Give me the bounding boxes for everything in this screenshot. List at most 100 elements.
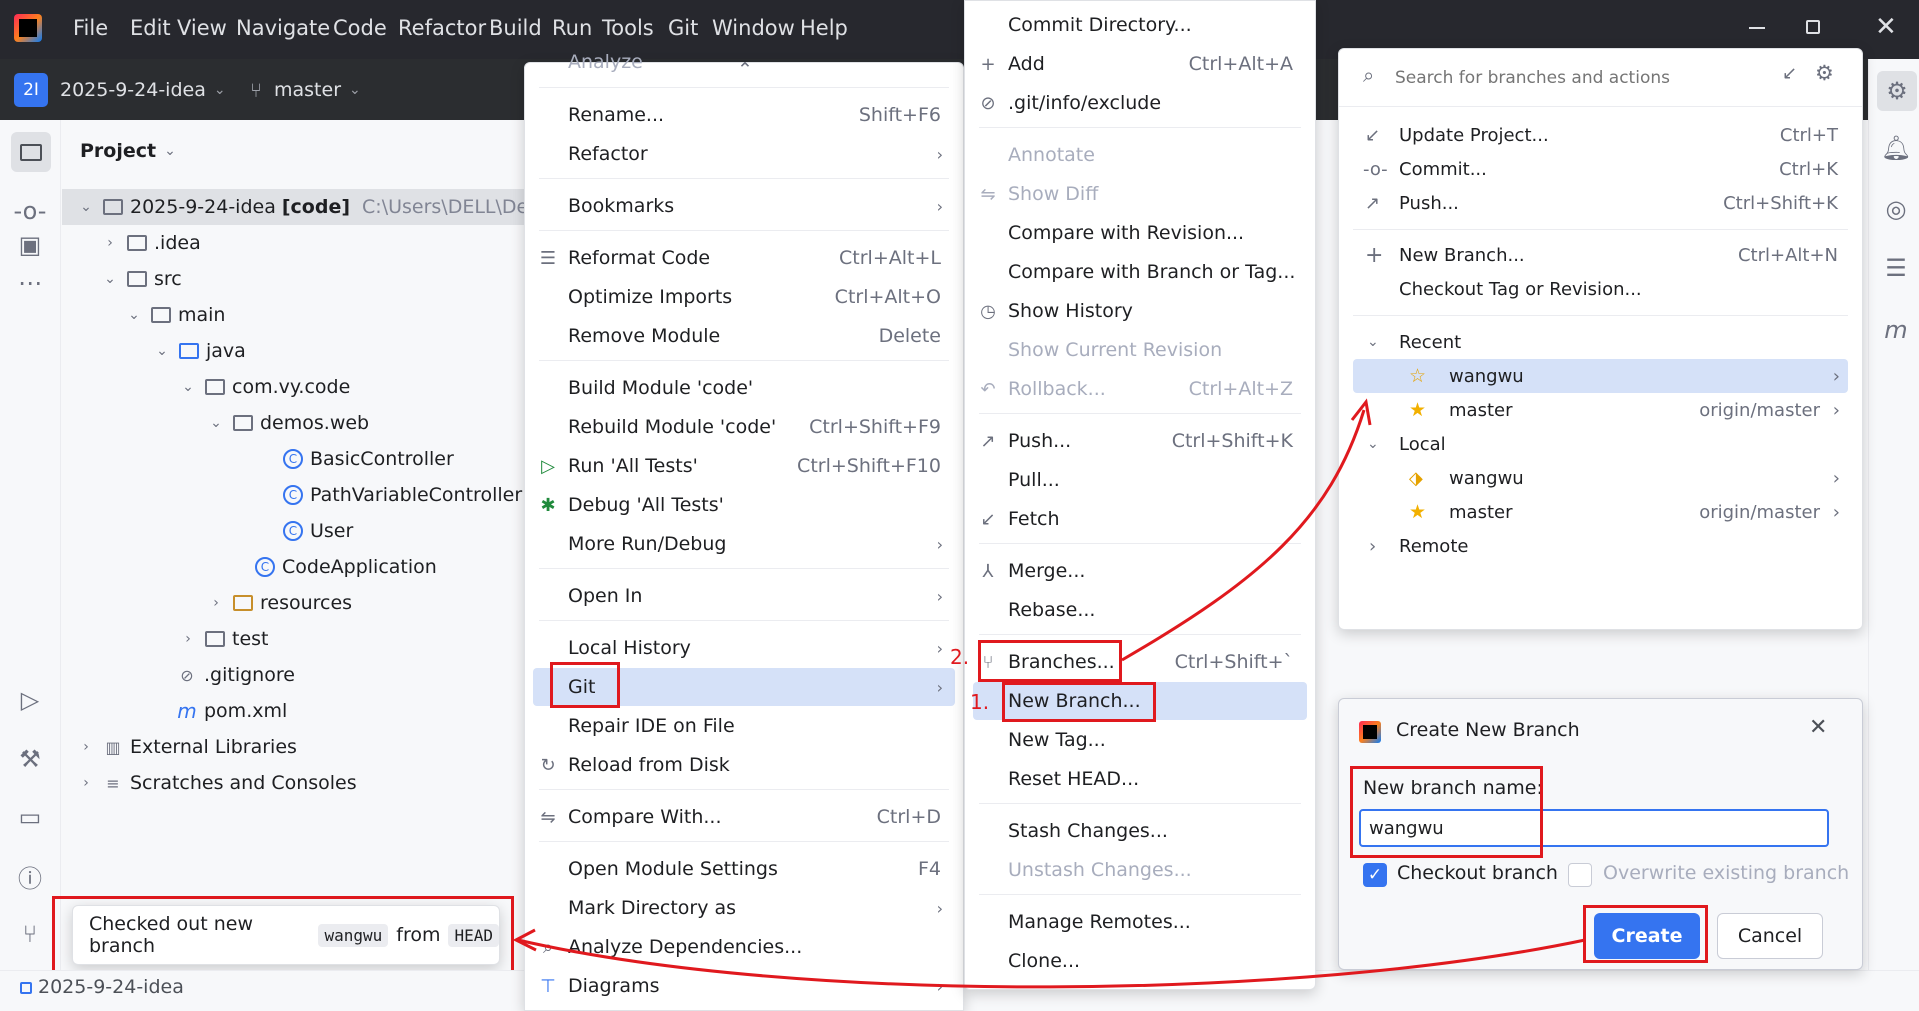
- menu-item-rebuild-module[interactable]: Rebuild Module 'code' Ctrl+Shift+F9: [525, 408, 963, 446]
- menu-item-repair-ide[interactable]: Repair IDE on File: [525, 707, 963, 745]
- branch-search-field[interactable]: ⌕ ↙ ⚙: [1339, 49, 1862, 107]
- git-menu-clone[interactable]: Clone...: [965, 942, 1315, 980]
- tree-item[interactable]: ⌄ com.vy.code: [178, 370, 350, 404]
- project-widget[interactable]: 2I 2025-9-24-idea ⌄: [14, 73, 226, 107]
- branch-widget[interactable]: ⑂ master ⌄: [250, 73, 361, 107]
- database-icon[interactable]: ☰: [1879, 251, 1913, 285]
- git-menu-push[interactable]: ↗ Push... Ctrl+Shift+K: [965, 422, 1315, 460]
- branch-group-local[interactable]: ⌄ Local: [1339, 427, 1862, 461]
- tree-item[interactable]: m pom.xml: [176, 694, 287, 728]
- menu-item-compare-with[interactable]: ⇋ Compare With... Ctrl+D: [525, 798, 963, 836]
- chevron-down-icon[interactable]: ⌄: [124, 307, 144, 323]
- git-menu-compare-revision[interactable]: Compare with Revision...: [965, 214, 1315, 252]
- chevron-down-icon[interactable]: ⌄: [178, 379, 198, 395]
- menu-file[interactable]: File: [73, 16, 108, 40]
- tree-item[interactable]: ⌄ main: [124, 298, 225, 332]
- tree-item[interactable]: C BasicController: [282, 442, 454, 476]
- collapse-arrow-icon[interactable]: ↙: [1782, 63, 1797, 84]
- ai-assistant-icon[interactable]: ◎: [1879, 192, 1913, 226]
- menu-item-more-run-debug[interactable]: More Run/Debug ›: [525, 525, 963, 563]
- settings-gear-icon[interactable]: ⚙: [1815, 61, 1834, 85]
- branch-action-checkout-tag[interactable]: Checkout Tag or Revision...: [1339, 272, 1862, 306]
- project-panel-header[interactable]: Project ⌄: [80, 140, 176, 162]
- status-project[interactable]: 2025-9-24-idea: [38, 976, 184, 998]
- git-menu-pull[interactable]: Pull...: [965, 461, 1315, 499]
- close-icon[interactable]: ✕: [1875, 12, 1897, 42]
- tree-item[interactable]: C User: [282, 514, 353, 548]
- tree-item[interactable]: › resources: [206, 586, 352, 620]
- menu-item-mark-directory-as[interactable]: Mark Directory as ›: [525, 889, 963, 927]
- git-menu-show-current-revision[interactable]: Show Current Revision: [965, 331, 1315, 369]
- branch-item-recent-master[interactable]: ★wangwumasterorigin/master›: [1339, 393, 1862, 427]
- tree-item[interactable]: › ▥ External Libraries: [76, 730, 297, 764]
- menu-item-debug-all-tests[interactable]: ✱ Debug 'All Tests': [525, 486, 963, 524]
- git-menu-fetch[interactable]: ↙ Fetch: [965, 500, 1315, 538]
- tree-item[interactable]: ⌄ src: [100, 262, 182, 296]
- chevron-right-icon[interactable]: ›: [178, 631, 198, 647]
- chevron-down-icon[interactable]: ⌄: [152, 343, 172, 359]
- menu-item-optimize-imports[interactable]: Optimize Imports Ctrl+Alt+O: [525, 278, 963, 316]
- tree-item[interactable]: ⌄ demos.web: [206, 406, 369, 440]
- build-icon[interactable]: ⚒: [13, 742, 47, 776]
- menu-build[interactable]: Build: [489, 16, 542, 40]
- menu-item-remove-module[interactable]: Remove Module Delete: [525, 317, 963, 355]
- branch-action-update[interactable]: ↙ Update Project... Ctrl+T: [1339, 118, 1862, 152]
- branch-search-input[interactable]: [1395, 63, 1755, 93]
- tree-item-root[interactable]: ⌄ 2025-9-24-idea [code] C:\Users\DELL\De…: [76, 190, 568, 224]
- run-icon[interactable]: ▷: [13, 683, 47, 717]
- checkout-branch-checkbox[interactable]: ✓: [1363, 863, 1387, 887]
- commit-icon[interactable]: -o-: [13, 194, 47, 228]
- minimize-icon[interactable]: [1749, 27, 1765, 29]
- menu-refactor[interactable]: Refactor: [398, 16, 486, 40]
- chevron-right-icon[interactable]: ›: [76, 739, 96, 755]
- menu-item-build-module[interactable]: Build Module 'code': [525, 369, 963, 407]
- git-icon[interactable]: ⑂: [13, 917, 47, 951]
- branch-action-push[interactable]: ↗ Push... Ctrl+Shift+K: [1339, 186, 1862, 220]
- tree-item[interactable]: › .idea: [100, 226, 201, 260]
- restore-icon[interactable]: [1806, 20, 1820, 34]
- git-menu-compare-branch[interactable]: Compare with Branch or Tag...: [965, 253, 1315, 291]
- menu-git[interactable]: Git: [668, 16, 698, 40]
- menu-item-bookmarks[interactable]: Bookmarks ›: [525, 187, 963, 225]
- menu-code[interactable]: Code: [333, 16, 387, 40]
- terminal-icon[interactable]: ▭: [13, 800, 47, 834]
- notifications-bell-icon[interactable]: 🔔︎: [1879, 131, 1913, 165]
- menu-item-rename[interactable]: Rename... Shift+F6: [525, 96, 963, 134]
- menu-navigate[interactable]: Navigate: [236, 16, 330, 40]
- structure-icon[interactable]: ▣: [13, 228, 47, 262]
- menu-item-run-all-tests[interactable]: ▷ Run 'All Tests' Ctrl+Shift+F10: [525, 447, 963, 485]
- chevron-down-icon[interactable]: ⌄: [76, 199, 96, 215]
- menu-item-analyze-dependencies[interactable]: ⌕ Analyze Dependencies...: [525, 928, 963, 966]
- menu-item-open-in[interactable]: Open In ›: [525, 577, 963, 615]
- branch-action-new-branch[interactable]: + New Branch... Ctrl+Alt+N: [1339, 238, 1862, 272]
- git-menu-add[interactable]: + Add Ctrl+Alt+A: [965, 45, 1315, 83]
- git-menu-show-diff[interactable]: ⇋ Show Diff: [965, 175, 1315, 213]
- tree-item[interactable]: › test: [178, 622, 268, 656]
- more-icon[interactable]: ⋯: [13, 266, 47, 300]
- tree-item[interactable]: ⌄ java: [152, 334, 246, 368]
- git-menu-unstash[interactable]: Unstash Changes...: [965, 851, 1315, 889]
- branch-item-local-master[interactable]: ★ master origin/master ›: [1339, 495, 1862, 529]
- menu-view[interactable]: View: [177, 16, 227, 40]
- menu-run[interactable]: Run: [552, 16, 592, 40]
- menu-item-analyze[interactable]: Analyze ⌃: [525, 51, 963, 81]
- menu-item-open-module-settings[interactable]: Open Module Settings F4: [525, 850, 963, 888]
- maven-icon[interactable]: m: [1879, 313, 1913, 347]
- git-menu-exclude[interactable]: ⊘ .git/info/exclude: [965, 84, 1315, 122]
- cancel-button[interactable]: Cancel: [1717, 913, 1823, 959]
- git-menu-stash[interactable]: Stash Changes...: [965, 812, 1315, 850]
- branch-item-local-wangwu[interactable]: ⬗ wangwu ›: [1339, 461, 1862, 495]
- settings-gear-icon[interactable]: ⚙: [1877, 71, 1917, 111]
- chevron-right-icon[interactable]: ›: [206, 595, 226, 611]
- menu-window[interactable]: Window: [712, 16, 795, 40]
- branch-group-recent[interactable]: ⌄ Recent: [1339, 325, 1862, 359]
- tree-item[interactable]: C PathVariableController: [282, 478, 522, 512]
- tree-item[interactable]: C CodeApplication: [254, 550, 437, 584]
- branch-action-commit[interactable]: -o- Commit... Ctrl+K: [1339, 152, 1862, 186]
- tree-item[interactable]: ⊘ .gitignore: [176, 658, 295, 692]
- git-menu-rollback[interactable]: ↶ Rollback... Ctrl+Alt+Z: [965, 370, 1315, 408]
- git-menu-annotate[interactable]: Annotate: [965, 136, 1315, 174]
- git-menu-manage-remotes[interactable]: Manage Remotes...: [965, 903, 1315, 941]
- menu-edit[interactable]: Edit: [130, 16, 171, 40]
- menu-help[interactable]: Help: [800, 16, 848, 40]
